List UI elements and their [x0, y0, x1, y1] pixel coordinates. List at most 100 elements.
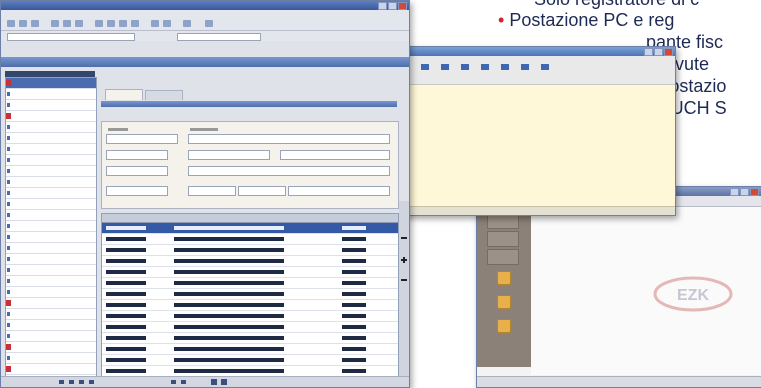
close-icon[interactable]: [664, 48, 673, 56]
tab-details[interactable]: [145, 90, 183, 100]
maximize-icon[interactable]: [740, 188, 749, 196]
filter-field[interactable]: [177, 33, 261, 41]
folder-icon[interactable]: [497, 319, 511, 333]
stock-field[interactable]: [188, 186, 236, 196]
record-add-icon[interactable]: [171, 380, 176, 384]
unit-field[interactable]: [106, 166, 168, 176]
maximize-icon[interactable]: [654, 48, 663, 56]
toolbar-icon[interactable]: [163, 20, 171, 27]
list-item[interactable]: [6, 320, 96, 331]
list-item[interactable]: [6, 111, 96, 122]
toolbar-icon[interactable]: [95, 20, 103, 27]
sidebar-button[interactable]: [487, 231, 519, 247]
app-launch-icon[interactable]: [499, 62, 511, 74]
list-item[interactable]: [6, 155, 96, 166]
list-item[interactable]: [6, 287, 96, 298]
nav-last-icon[interactable]: [89, 380, 94, 384]
sidebar-button[interactable]: [487, 249, 519, 265]
list-item[interactable]: [6, 144, 96, 155]
table-row[interactable]: [102, 267, 398, 278]
list-item[interactable]: [6, 232, 96, 243]
list-item[interactable]: [6, 210, 96, 221]
toolbar-icon[interactable]: [107, 20, 115, 27]
min-stock-field[interactable]: [238, 186, 286, 196]
quantity-field[interactable]: [106, 186, 168, 196]
table-row[interactable]: [102, 322, 398, 333]
app-launch-icon[interactable]: [459, 62, 471, 74]
notes-field[interactable]: [188, 166, 390, 176]
app-launch-icon[interactable]: [439, 62, 451, 74]
toolbar-icon[interactable]: [19, 20, 27, 27]
table-row[interactable]: [102, 278, 398, 289]
list-item[interactable]: [6, 254, 96, 265]
list-item[interactable]: [6, 89, 96, 100]
supplier-field[interactable]: [288, 186, 390, 196]
table-row[interactable]: [102, 333, 398, 344]
list-item[interactable]: [6, 177, 96, 188]
toolbar-icon[interactable]: [151, 20, 159, 27]
nav-prev-icon[interactable]: [69, 380, 74, 384]
table-row[interactable]: [102, 223, 398, 234]
app-launch-icon[interactable]: [519, 62, 531, 74]
table-row[interactable]: [102, 344, 398, 355]
print-icon[interactable]: [221, 379, 227, 385]
description-field[interactable]: [188, 134, 390, 144]
folder-icon[interactable]: [497, 271, 511, 285]
list-item[interactable]: [6, 78, 96, 89]
close-icon[interactable]: [750, 188, 759, 196]
nav-first-icon[interactable]: [59, 380, 64, 384]
list-item[interactable]: [6, 331, 96, 342]
maximize-icon[interactable]: [388, 2, 397, 10]
list-item[interactable]: [6, 342, 96, 353]
table-row[interactable]: [102, 256, 398, 267]
close-icon[interactable]: [398, 2, 407, 10]
toolbar-icon[interactable]: [75, 20, 83, 27]
table-row[interactable]: [102, 311, 398, 322]
save-icon[interactable]: [211, 379, 217, 385]
table-row[interactable]: [102, 289, 398, 300]
list-item[interactable]: [6, 188, 96, 199]
list-item[interactable]: [6, 133, 96, 144]
minimize-icon[interactable]: [378, 2, 387, 10]
list-item[interactable]: [6, 298, 96, 309]
record-delete-icon[interactable]: [181, 380, 186, 384]
table-row[interactable]: [102, 355, 398, 366]
list-item[interactable]: [6, 100, 96, 111]
table-row[interactable]: [102, 234, 398, 245]
nav-next-icon[interactable]: [79, 380, 84, 384]
category-select[interactable]: [106, 150, 168, 160]
app-launch-icon[interactable]: [479, 62, 491, 74]
plus-icon[interactable]: [401, 257, 407, 263]
list-item[interactable]: [6, 353, 96, 364]
folder-icon[interactable]: [497, 295, 511, 309]
toolbar-icon[interactable]: [63, 20, 71, 27]
list-item[interactable]: [6, 122, 96, 133]
toolbar-icon[interactable]: [131, 20, 139, 27]
toolbar-icon[interactable]: [205, 20, 213, 27]
app-launch-icon[interactable]: [419, 62, 431, 74]
app-launch-icon[interactable]: [539, 62, 551, 74]
toolbar-icon[interactable]: [31, 20, 39, 27]
list-item[interactable]: [6, 276, 96, 287]
minimize-icon[interactable]: [730, 188, 739, 196]
minimize-icon[interactable]: [644, 48, 653, 56]
list-item[interactable]: [6, 364, 96, 375]
minus-icon[interactable]: [401, 279, 407, 281]
list-item[interactable]: [6, 221, 96, 232]
list-item[interactable]: [6, 166, 96, 177]
code-field[interactable]: [106, 134, 178, 144]
list-item[interactable]: [6, 265, 96, 276]
toolbar-icon[interactable]: [51, 20, 59, 27]
vat-select[interactable]: [280, 150, 390, 160]
price-field[interactable]: [188, 150, 270, 160]
minus-icon[interactable]: [401, 237, 407, 239]
list-item[interactable]: [6, 199, 96, 210]
toolbar-icon[interactable]: [183, 20, 191, 27]
table-row[interactable]: [102, 245, 398, 256]
list-item[interactable]: [6, 243, 96, 254]
table-row[interactable]: [102, 300, 398, 311]
tab-general[interactable]: [105, 89, 143, 100]
toolbar-icon[interactable]: [7, 20, 15, 27]
toolbar-icon[interactable]: [119, 20, 127, 27]
list-item[interactable]: [6, 309, 96, 320]
